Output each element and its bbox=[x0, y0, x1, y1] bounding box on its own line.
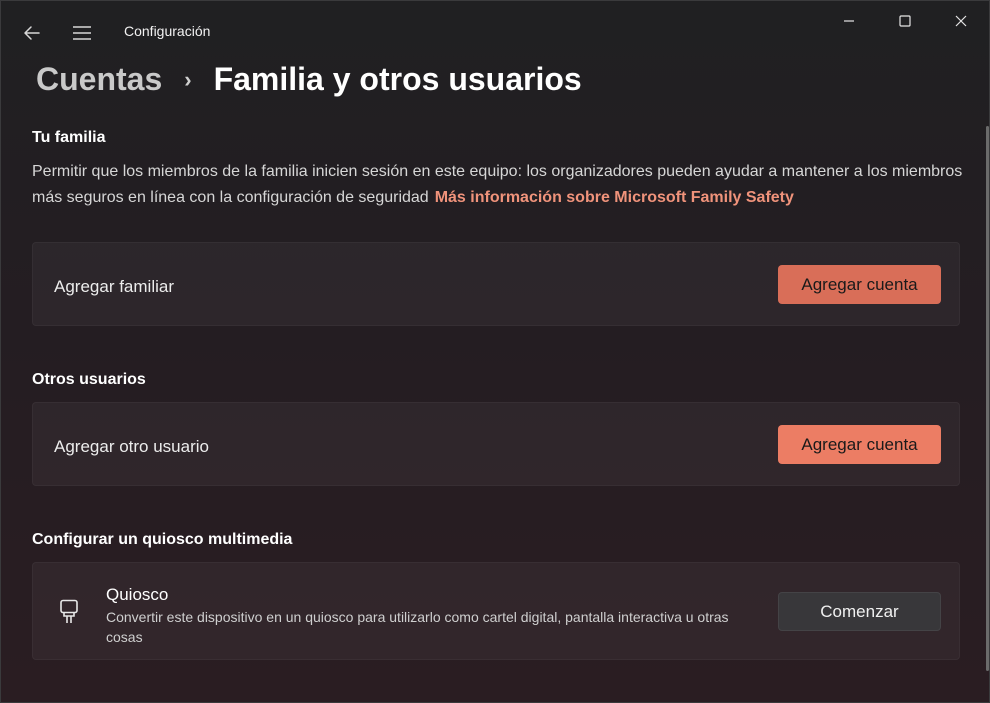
add-family-account-button[interactable]: Agregar cuenta bbox=[778, 265, 941, 304]
back-arrow-icon bbox=[24, 26, 40, 40]
title-bar: Configuración bbox=[1, 1, 989, 63]
kiosk-section-heading: Configurar un quiosco multimedia bbox=[32, 531, 293, 548]
hamburger-icon bbox=[73, 26, 91, 40]
window-title: Configuración bbox=[124, 23, 211, 39]
family-safety-link[interactable]: Más información sobre Microsoft Family S… bbox=[435, 189, 794, 206]
kiosk-icon bbox=[58, 599, 80, 630]
add-other-user-card: Agregar otro usuario Agregar cuenta bbox=[32, 402, 960, 486]
kiosk-card: Quiosco Convertir este dispositivo en un… bbox=[32, 562, 960, 660]
add-other-user-label: Agregar otro usuario bbox=[54, 437, 209, 456]
breadcrumb-parent[interactable]: Cuentas bbox=[36, 61, 162, 98]
add-other-user-account-button[interactable]: Agregar cuenta bbox=[778, 425, 941, 464]
settings-window: Configuración Cuentas › Familia y otros … bbox=[0, 0, 990, 703]
kiosk-title: Quiosco bbox=[106, 585, 169, 604]
family-description: Permitir que los miembros de la familia … bbox=[32, 159, 972, 211]
back-button[interactable] bbox=[11, 15, 53, 51]
kiosk-start-button[interactable]: Comenzar bbox=[778, 592, 941, 631]
add-family-card: Agregar familiar Agregar cuenta bbox=[32, 242, 960, 326]
close-button[interactable] bbox=[933, 1, 989, 41]
minimize-button[interactable] bbox=[821, 1, 877, 41]
kiosk-description: Convertir este dispositivo en un quiosco… bbox=[106, 609, 729, 645]
maximize-button[interactable] bbox=[877, 1, 933, 41]
vertical-scrollbar[interactable] bbox=[986, 126, 989, 671]
other-users-section-heading: Otros usuarios bbox=[32, 371, 146, 388]
page-title: Familia y otros usuarios bbox=[213, 61, 582, 97]
add-family-label: Agregar familiar bbox=[54, 277, 174, 296]
minimize-icon bbox=[844, 20, 854, 22]
chevron-right-icon: › bbox=[184, 66, 192, 92]
maximize-icon bbox=[899, 15, 911, 27]
navigation-menu-button[interactable] bbox=[61, 15, 103, 51]
family-section-heading: Tu familia bbox=[32, 129, 106, 146]
close-icon bbox=[955, 15, 967, 27]
breadcrumb: Cuentas › Familia y otros usuarios bbox=[36, 61, 582, 98]
